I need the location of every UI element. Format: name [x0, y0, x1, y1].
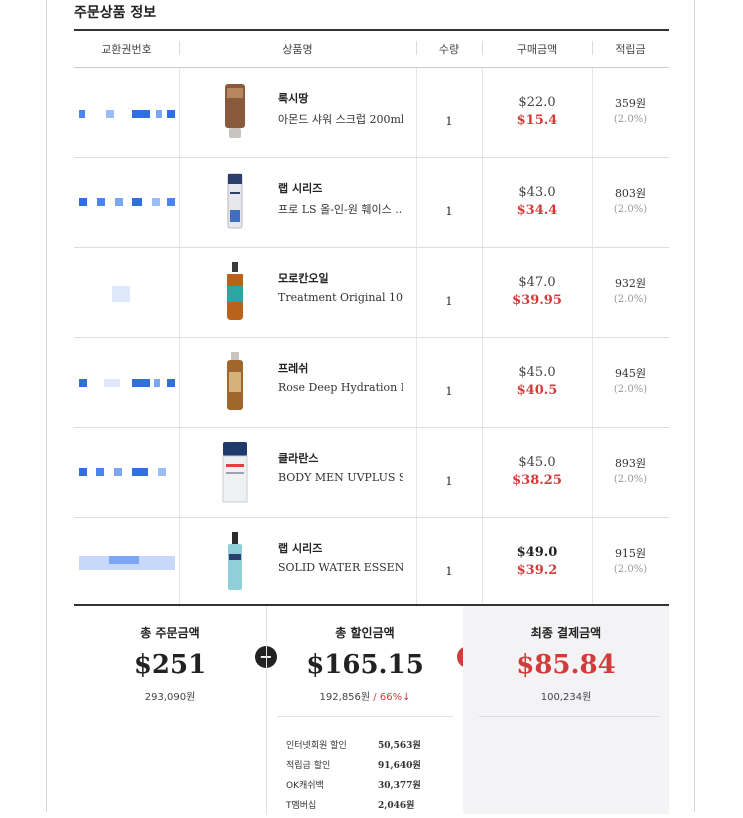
item-points-rate: (2.0%)	[613, 204, 648, 215]
item-points-rate: (2.0%)	[613, 384, 648, 395]
total-order-label: 총 주문금액	[140, 626, 200, 640]
frame-border-left	[46, 0, 47, 812]
discount-label: T멤버십	[286, 801, 317, 811]
table-header: 교환권번호 상품명 수량 구매금액 적립금	[74, 29, 669, 68]
total-discount-usd: $165.15	[306, 650, 424, 680]
table-row[interactable]: 랩 시리즈 SOLID WATER ESSENCE 1 $49.0 $39.2 …	[74, 518, 669, 607]
item-sale-price: $39.2	[516, 563, 558, 578]
product-name-link[interactable]: 아몬드 샤워 스크럽 200ml	[278, 111, 403, 127]
item-points-rate: (2.0%)	[613, 564, 648, 575]
list-item: T멤버십 2,046원	[286, 798, 446, 818]
table-row[interactable]: 프레쉬 Rose Deep Hydration Fa... 1 $45.0 $4…	[74, 338, 669, 428]
table-row[interactable]: 록시땅 아몬드 샤워 스크럽 200ml 1 $22.0 $15.4 359원 …	[74, 68, 669, 158]
total-discount-label: 총 할인금액	[335, 626, 395, 640]
item-sale-price: $39.95	[512, 293, 562, 308]
item-points: 359원	[614, 97, 647, 110]
frame-border-right	[694, 0, 695, 812]
discount-percent: / 66%↓	[373, 692, 411, 703]
header-qty: 수량	[438, 43, 460, 56]
discount-label: OK캐쉬백	[286, 781, 324, 791]
item-quantity: 1	[445, 565, 453, 578]
item-sale-price: $15.4	[516, 113, 558, 128]
total-order-usd: $251	[133, 650, 207, 680]
item-original-price: $22.0	[518, 95, 556, 110]
discount-label: 적립금 할인	[286, 761, 331, 771]
product-brand: 모로칸오일	[278, 272, 329, 285]
discount-amount: 2,046원	[378, 801, 415, 811]
product-brand: 프레쉬	[278, 362, 309, 375]
table-row[interactable]: 모로칸오일 Treatment Original 100ml 1 $47.0 $…	[74, 248, 669, 338]
order-items-table: 교환권번호 상품명 수량 구매금액 적립금 록시땅 아몬드 샤워 스크럽 200…	[74, 29, 669, 607]
fresh-rose-bottle-image[interactable]	[212, 350, 258, 414]
item-sale-price: $34.4	[516, 203, 558, 218]
item-quantity: 1	[445, 205, 453, 218]
header-points: 적립금	[615, 43, 646, 56]
list-item: 인터넷회원 할인 50,563원	[286, 738, 446, 758]
product-name-link[interactable]: SOLID WATER ESSENCE	[278, 561, 403, 574]
clarins-bottle-image[interactable]	[212, 440, 258, 504]
header-voucher-no: 교환권번호	[101, 43, 152, 56]
order-summary: 총 주문금액 $251 293,090원 − 총 할인금액 $165.15 19…	[74, 604, 669, 814]
divider	[479, 716, 659, 717]
item-original-price: $49.0	[516, 545, 558, 560]
item-points: 803원	[614, 187, 647, 200]
product-brand: 록시땅	[278, 92, 309, 105]
item-points-rate: (2.0%)	[613, 114, 648, 125]
discount-amount: 91,640원	[378, 761, 421, 771]
total-order-amount-panel: 총 주문금액 $251 293,090원	[74, 606, 266, 814]
item-original-price: $43.0	[518, 185, 556, 200]
product-name-link[interactable]: BODY MEN UVPLUS S...	[278, 471, 403, 484]
list-item: OK캐쉬백 30,377원	[286, 778, 446, 798]
final-payment-krw: 100,234원	[540, 692, 592, 703]
item-sale-price: $38.25	[512, 473, 562, 488]
table-row[interactable]: 클라란스 BODY MEN UVPLUS S... 1 $45.0 $38.25…	[74, 428, 669, 518]
final-payment-label: 최종 결제금액	[530, 626, 602, 640]
item-sale-price: $40.5	[516, 383, 558, 398]
item-quantity: 1	[445, 295, 453, 308]
table-row[interactable]: 랩 시리즈 프로 LS 올-인-원 훼이스 ... 1 $43.0 $34.4 …	[74, 158, 669, 248]
item-quantity: 1	[445, 475, 453, 488]
divider	[277, 716, 453, 717]
almond-scrub-tube-image[interactable]	[212, 80, 258, 144]
total-discount-krw-line: 192,856원 / 66%↓	[267, 688, 463, 703]
item-quantity: 1	[445, 385, 453, 398]
total-order-krw: 293,090원	[144, 692, 196, 703]
product-name-link[interactable]: Treatment Original 100ml	[278, 291, 403, 304]
product-brand: 클라란스	[278, 452, 319, 465]
header-price: 구매금액	[516, 43, 558, 56]
discount-breakdown: 인터넷회원 할인 50,563원 적립금 할인 91,640원 OK캐쉬백 30…	[286, 738, 446, 818]
total-discount-krw: 192,856원	[319, 692, 371, 703]
item-original-price: $45.0	[518, 365, 556, 380]
moroccanoil-bottle-image[interactable]	[212, 260, 258, 324]
header-product: 상품명	[282, 43, 313, 56]
discount-amount: 50,563원	[378, 741, 421, 751]
discount-label: 인터넷회원 할인	[286, 741, 347, 751]
section-title: 주문상품 정보	[74, 5, 157, 21]
final-payment-panel: 최종 결제금액 $85.84 100,234원	[463, 606, 669, 814]
item-points: 893원	[614, 457, 647, 470]
item-points: 915원	[614, 547, 647, 560]
item-points: 945원	[614, 367, 647, 380]
product-name-link[interactable]: 프로 LS 올-인-원 훼이스 ...	[278, 201, 403, 217]
item-points-rate: (2.0%)	[613, 474, 648, 485]
item-original-price: $45.0	[518, 455, 556, 470]
final-payment-usd: $85.84	[516, 650, 616, 680]
item-points-rate: (2.0%)	[613, 294, 648, 305]
product-name-link[interactable]: Rose Deep Hydration Fa...	[278, 381, 403, 394]
list-item: 적립금 할인 91,640원	[286, 758, 446, 778]
lab-series-essence-bottle-image[interactable]	[212, 530, 258, 594]
item-points: 932원	[614, 277, 647, 290]
item-quantity: 1	[445, 115, 453, 128]
product-brand: 랩 시리즈	[278, 182, 323, 195]
discount-amount: 30,377원	[378, 781, 421, 791]
item-original-price: $47.0	[518, 275, 556, 290]
product-brand: 랩 시리즈	[278, 542, 323, 555]
lab-series-bottle-image[interactable]	[212, 170, 258, 234]
